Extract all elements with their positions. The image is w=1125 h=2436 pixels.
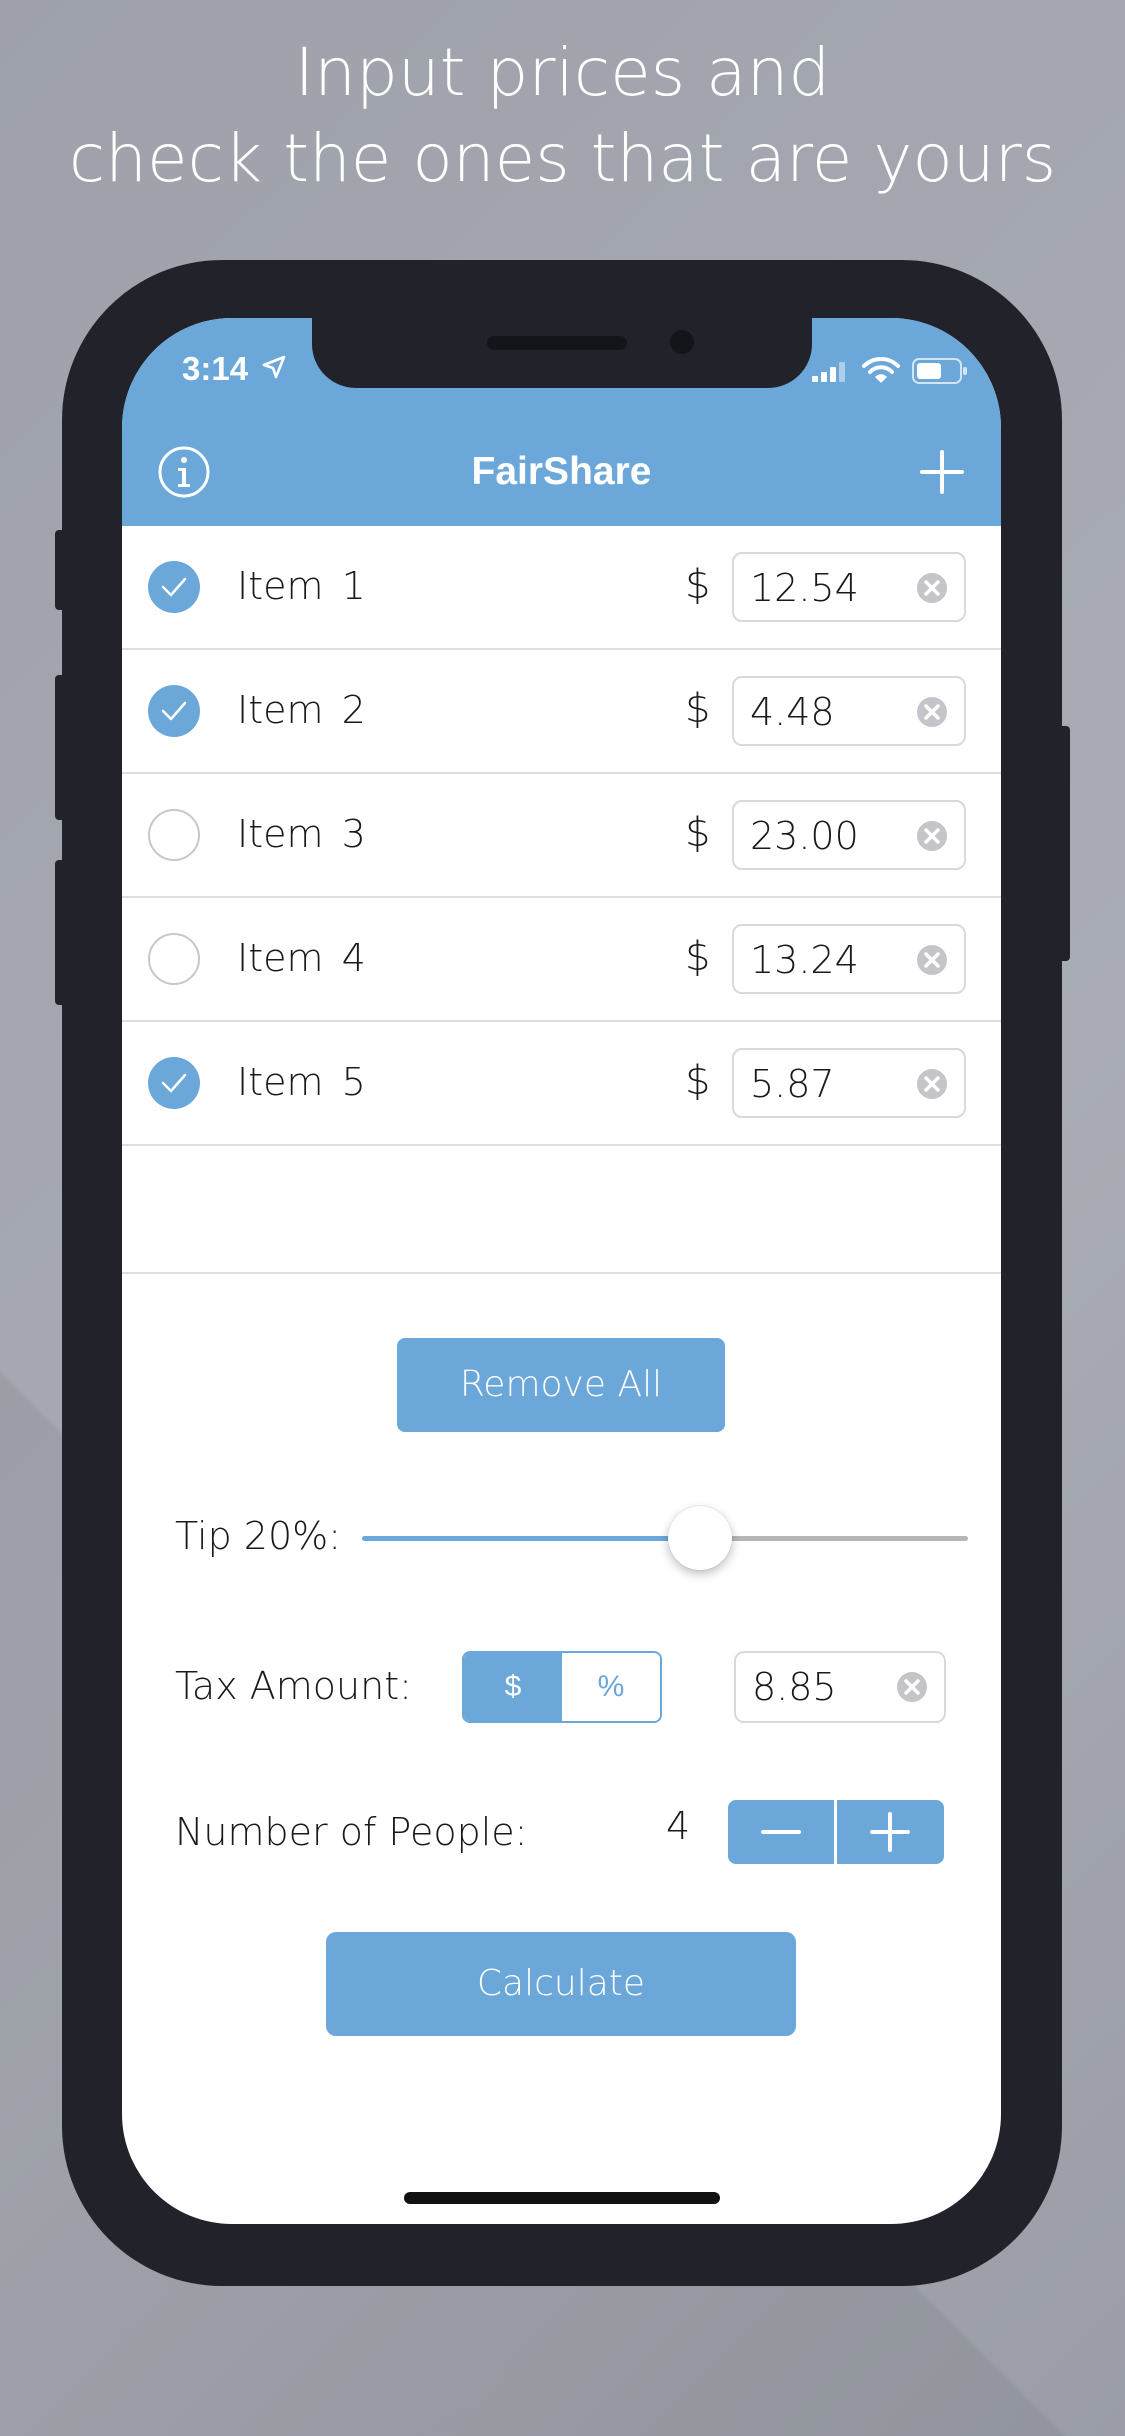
- tip-slider-track-filled: [362, 1536, 692, 1541]
- price-value: 5.87: [750, 1062, 835, 1106]
- price-value: 4.48: [750, 690, 835, 734]
- clear-icon[interactable]: [916, 696, 948, 728]
- side-button-silent: [55, 530, 65, 610]
- currency-symbol: $: [685, 562, 711, 608]
- tax-mode-dollar[interactable]: $: [464, 1653, 562, 1721]
- minus-icon[interactable]: [728, 1800, 834, 1864]
- tip-slider-thumb[interactable]: [668, 1506, 732, 1570]
- currency-symbol: $: [685, 810, 711, 856]
- tax-amount-value: 8.85: [752, 1665, 837, 1709]
- tax-label: Tax Amount:: [175, 1664, 412, 1708]
- price-value: 13.24: [750, 938, 859, 982]
- clear-icon[interactable]: [916, 820, 948, 852]
- checkmark-icon: [161, 1073, 187, 1093]
- tip-label: Tip 20%:: [175, 1514, 342, 1558]
- home-indicator: [404, 2192, 720, 2204]
- clear-icon[interactable]: [916, 572, 948, 604]
- item-name: Item 1: [237, 564, 366, 608]
- item-checkbox[interactable]: [148, 1057, 200, 1109]
- item-row: Item 2 $4.48: [122, 650, 1001, 774]
- app-title: FairShare: [471, 450, 652, 493]
- item-checkbox[interactable]: [148, 933, 200, 985]
- item-name: Item 5: [237, 1060, 366, 1104]
- price-field[interactable]: 23.00: [732, 800, 966, 870]
- navigation-bar: 3:14 FairShare: [122, 318, 1001, 526]
- item-row: Item 4 $13.24: [122, 898, 1001, 1022]
- item-name: Item 3: [237, 812, 366, 856]
- item-row: Item 1 $12.54: [122, 526, 1001, 650]
- side-button-volume-down: [55, 860, 65, 1005]
- location-arrow-icon: [262, 355, 286, 379]
- item-row: Item 3 $23.00: [122, 774, 1001, 898]
- currency-symbol: $: [685, 1058, 711, 1104]
- side-button-power: [1058, 726, 1070, 961]
- remove-all-button[interactable]: Remove All: [397, 1338, 725, 1432]
- plus-icon[interactable]: [918, 448, 966, 496]
- speaker: [487, 336, 627, 350]
- headline-line-1: Input prices and: [294, 34, 831, 111]
- people-label: Number of People:: [175, 1810, 528, 1854]
- front-camera: [670, 330, 694, 354]
- headline: Input prices and check the ones that are…: [0, 30, 1125, 202]
- item-row: Item 5 $5.87: [122, 1022, 1001, 1146]
- price-field[interactable]: 13.24: [732, 924, 966, 994]
- cellular-signal-icon: [812, 362, 845, 382]
- clear-icon[interactable]: [896, 1671, 928, 1703]
- tax-mode-percent[interactable]: %: [562, 1653, 660, 1721]
- empty-row: [122, 1150, 1001, 1274]
- headline-line-2: check the ones that are yours: [68, 120, 1057, 197]
- tax-mode-segmented-control: $ %: [462, 1651, 662, 1723]
- checkmark-icon: [161, 577, 187, 597]
- price-field[interactable]: 5.87: [732, 1048, 966, 1118]
- people-count: 4: [666, 1804, 691, 1848]
- battery-icon: [912, 358, 967, 384]
- item-name: Item 4: [237, 936, 366, 980]
- price-field[interactable]: 4.48: [732, 676, 966, 746]
- currency-symbol: $: [685, 686, 711, 732]
- side-button-volume-up: [55, 675, 65, 820]
- item-checkbox[interactable]: [148, 809, 200, 861]
- currency-symbol: $: [685, 934, 711, 980]
- notch: [312, 318, 812, 388]
- item-checkbox[interactable]: [148, 561, 200, 613]
- price-value: 12.54: [750, 566, 859, 610]
- tip-slider-track-empty: [692, 1536, 968, 1541]
- people-stepper: [728, 1800, 944, 1864]
- calculate-button[interactable]: Calculate: [326, 1932, 796, 2036]
- status-time: 3:14: [182, 350, 249, 387]
- wifi-icon: [862, 356, 900, 383]
- phone-screen: 3:14 FairShare Item 1 $ 12.54 Item 2 $ 4…: [122, 318, 1001, 2224]
- checkmark-icon: [161, 701, 187, 721]
- price-value: 23.00: [750, 814, 859, 858]
- clear-icon[interactable]: [916, 1068, 948, 1100]
- price-field[interactable]: 12.54: [732, 552, 966, 622]
- item-checkbox[interactable]: [148, 685, 200, 737]
- plus-icon[interactable]: [837, 1800, 944, 1864]
- item-name: Item 2: [237, 688, 366, 732]
- clear-icon[interactable]: [916, 944, 948, 976]
- tax-amount-field[interactable]: 8.85: [734, 1651, 946, 1723]
